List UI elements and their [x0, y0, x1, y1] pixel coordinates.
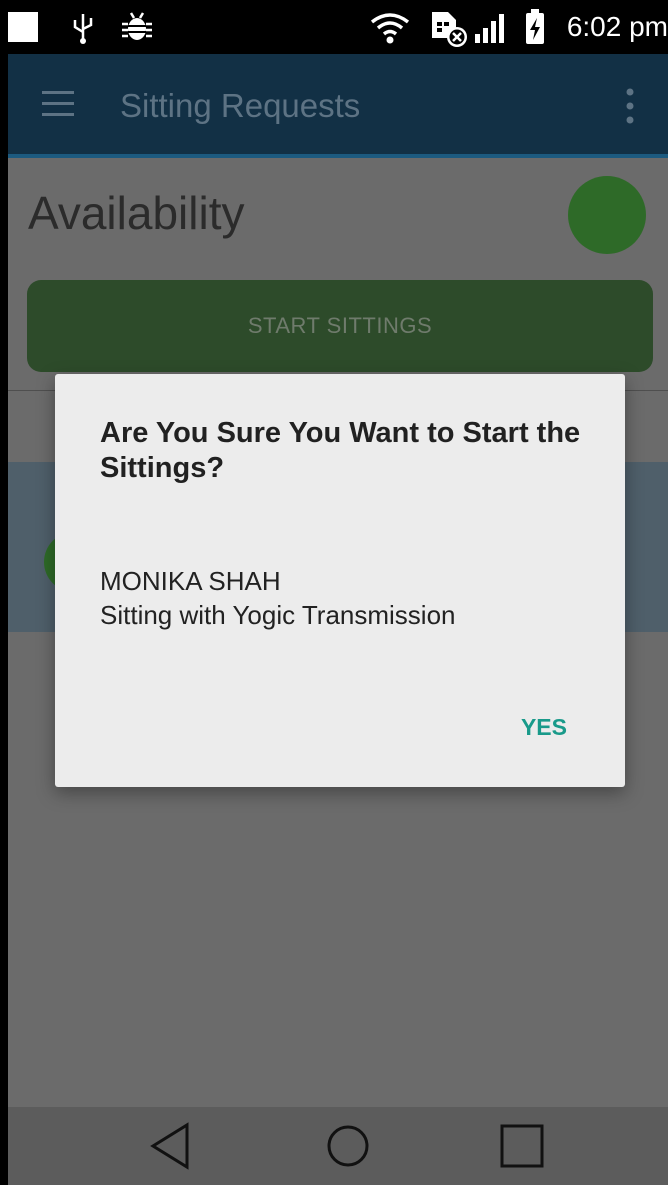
- debug-bug-icon: [122, 12, 152, 40]
- dialog-title: Are You Sure You Want to Start the Sitti…: [100, 417, 581, 485]
- navigation-bar: [8, 1107, 668, 1185]
- more-vert-icon[interactable]: [626, 88, 634, 124]
- usb-icon: [73, 14, 93, 44]
- battery-charging-icon: [526, 9, 544, 44]
- back-triangle-icon[interactable]: [145, 1121, 205, 1171]
- app-bar: Sitting Requests: [8, 54, 668, 158]
- wifi-icon: [370, 13, 410, 44]
- yes-button[interactable]: YES: [521, 714, 567, 741]
- availability-label: Availability: [28, 187, 245, 239]
- start-sittings-label: START SITTINGS: [247, 313, 433, 338]
- dialog-subtitle: Sitting with Yogic Transmission: [100, 600, 456, 630]
- confirm-dialog: Are You Sure You Want to Start the Sitti…: [55, 374, 625, 787]
- home-circle-icon[interactable]: [318, 1121, 378, 1171]
- status-bar: 6:02 pm: [8, 0, 668, 54]
- screen: 6:02 pm Sitting Requests Availability ST…: [8, 0, 668, 1185]
- start-sittings-button[interactable]: START SITTINGS: [27, 280, 653, 372]
- status-time: 6:02 pm: [566, 11, 668, 42]
- dialog-person-name: MONIKA SHAH: [100, 566, 281, 596]
- signal-icon: [475, 14, 504, 43]
- app-bar-divider: [8, 154, 668, 158]
- availability-status-indicator[interactable]: [568, 176, 646, 254]
- hamburger-menu-icon[interactable]: [42, 90, 74, 118]
- no-sim-icon: [432, 12, 467, 47]
- notification-square-icon: [8, 12, 38, 42]
- recent-apps-square-icon[interactable]: [492, 1121, 552, 1171]
- page-title: Sitting Requests: [120, 87, 361, 124]
